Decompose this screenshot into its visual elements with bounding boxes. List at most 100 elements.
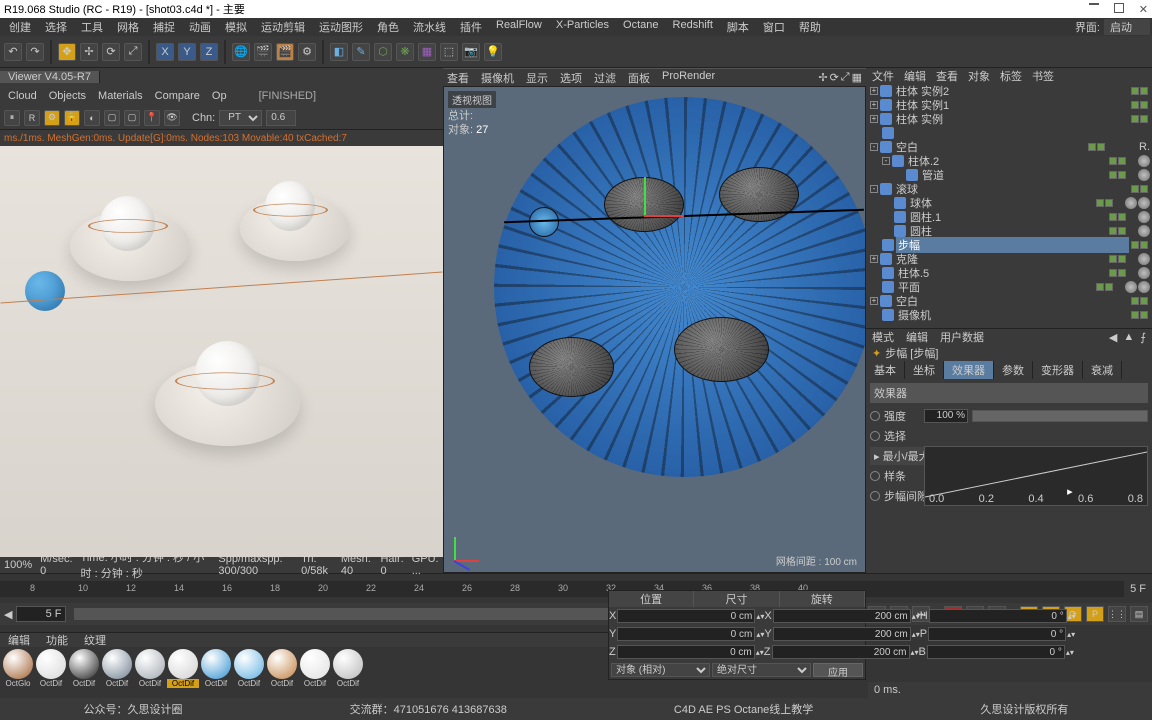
tree-row[interactable]: -滚球 (866, 182, 1152, 196)
expander-icon[interactable]: - (882, 157, 890, 165)
viewer-menu-Materials[interactable]: Materials (98, 90, 143, 102)
undo-button[interactable]: ↶ (4, 43, 22, 61)
material-item[interactable]: OctDif (35, 649, 67, 688)
move-tool[interactable]: ✢ (80, 43, 98, 61)
menu-角色[interactable]: 角色 (370, 19, 406, 35)
expander-icon[interactable]: - (870, 185, 878, 193)
world-button[interactable]: 🌐 (232, 43, 250, 61)
tree-row[interactable]: 圆柱.1 (866, 210, 1152, 224)
viewer-menu-Op[interactable]: Op (212, 90, 227, 102)
tree-row[interactable]: 平面 (866, 280, 1152, 294)
material-item[interactable]: OctDif (134, 649, 166, 688)
scale-tool[interactable]: ⤢ (124, 43, 142, 61)
menu-模拟[interactable]: 模拟 (218, 19, 254, 35)
size-x[interactable] (773, 609, 911, 623)
material-item[interactable]: OctDif (167, 649, 199, 688)
axis-x-button[interactable]: X (156, 43, 174, 61)
mat-tab-编辑[interactable]: 编辑 (8, 632, 30, 648)
menu-X-Particles[interactable]: X-Particles (549, 19, 616, 35)
lock-icon[interactable]: 🔒 (64, 110, 80, 126)
gear-icon[interactable]: ⚙ (44, 110, 60, 126)
expander-icon[interactable]: + (870, 101, 878, 109)
square2-icon[interactable]: ▢ (124, 110, 140, 126)
radio-icon[interactable] (870, 431, 880, 441)
attr-tab-效果器[interactable]: 效果器 (944, 361, 994, 379)
strength-field[interactable]: 100 % (924, 409, 968, 423)
menu-动画[interactable]: 动画 (182, 19, 218, 35)
reset-button[interactable]: R (24, 110, 40, 126)
rotate-tool[interactable]: ⟳ (102, 43, 120, 61)
scrollbar-left[interactable]: ◀ (4, 608, 12, 621)
radio-icon[interactable] (870, 491, 880, 501)
coord-mode-select[interactable]: 对象 (相对) (611, 663, 710, 677)
mat-tab-功能[interactable]: 功能 (46, 632, 68, 648)
tree-row[interactable]: 摄像机 (866, 308, 1152, 322)
tree-row[interactable]: +柱体 实例 (866, 112, 1152, 126)
tree-row[interactable]: +克隆 (866, 252, 1152, 266)
obj-menu-对象[interactable]: 对象 (968, 68, 990, 84)
square-icon[interactable]: ▢ (104, 110, 120, 126)
attr-tab-变形器[interactable]: 变形器 (1033, 361, 1083, 379)
material-item[interactable]: OctDif (332, 649, 364, 688)
vp-menu-显示[interactable]: 显示 (526, 70, 548, 86)
pin-icon[interactable]: 📍 (144, 110, 160, 126)
viewer-menu-Objects[interactable]: Objects (49, 90, 86, 102)
tree-row[interactable]: 柱体.5 (866, 266, 1152, 280)
radio-icon[interactable] (870, 471, 880, 481)
expander-icon[interactable]: + (870, 115, 878, 123)
render-settings-button[interactable]: ⚙ (298, 43, 316, 61)
vp-icon[interactable]: ⤢ (841, 71, 850, 84)
chn-select[interactable]: PT (219, 110, 262, 126)
radio-icon[interactable] (870, 411, 880, 421)
tree-row[interactable]: 管道 (866, 168, 1152, 182)
param-key[interactable]: P (1086, 606, 1104, 622)
menu-网格[interactable]: 网格 (110, 19, 146, 35)
vp-menu-ProRender[interactable]: ProRender (662, 70, 715, 86)
nurbs-tool[interactable]: ⬡ (374, 43, 392, 61)
menu-运动剪辑[interactable]: 运动剪辑 (254, 19, 312, 35)
render-button[interactable]: 🎬 (276, 43, 294, 61)
menu-帮助[interactable]: 帮助 (792, 19, 828, 35)
attr-menu-用户数据[interactable]: 用户数据 (940, 329, 984, 345)
tree-row[interactable]: 步幅 (866, 238, 1152, 252)
menu-窗口[interactable]: 窗口 (756, 19, 792, 35)
tree-row[interactable]: +空白 (866, 294, 1152, 308)
layout-value[interactable]: 启动 (1104, 19, 1150, 35)
close-icon[interactable]: ✕ (1139, 3, 1148, 16)
material-item[interactable]: OctDif (266, 649, 298, 688)
menu-创建[interactable]: 创建 (2, 19, 38, 35)
menu-运动图形[interactable]: 运动图形 (312, 19, 370, 35)
doc-icon[interactable]: ▤ (1130, 606, 1148, 622)
obj-menu-书签[interactable]: 书签 (1032, 68, 1054, 84)
attr-tab-衰减[interactable]: 衰减 (1083, 361, 1122, 379)
menu-工具[interactable]: 工具 (74, 19, 110, 35)
tree-row[interactable]: -柱体.2 (866, 154, 1152, 168)
size-z[interactable] (772, 645, 910, 659)
rot-z[interactable] (927, 645, 1065, 659)
vp-menu-查看[interactable]: 查看 (447, 70, 469, 86)
menu-捕捉[interactable]: 捕捉 (146, 19, 182, 35)
pos-y[interactable] (617, 627, 755, 641)
obj-menu-查看[interactable]: 查看 (936, 68, 958, 84)
material-item[interactable]: OctDif (200, 649, 232, 688)
deformer-tool[interactable]: ▦ (418, 43, 436, 61)
rot-x[interactable] (929, 609, 1067, 623)
spline-editor[interactable]: 0.00.20.40.60.8 ▸ (924, 446, 1148, 506)
eye-icon[interactable]: 👁 (164, 110, 180, 126)
menu-选择[interactable]: 选择 (38, 19, 74, 35)
menu-Octane[interactable]: Octane (616, 19, 665, 35)
size-y[interactable] (773, 627, 911, 641)
vp-menu-面板[interactable]: 面板 (628, 70, 650, 86)
tree-row[interactable]: +柱体 实例1 (866, 98, 1152, 112)
tree-row[interactable]: +柱体 实例2 (866, 84, 1152, 98)
attr-tab-基本[interactable]: 基本 (866, 361, 905, 379)
circle-icon[interactable]: ◐ (84, 110, 100, 126)
strength-slider[interactable] (972, 410, 1148, 422)
vp-menu-选项[interactable]: 选项 (560, 70, 582, 86)
axis-y-button[interactable]: Y (178, 43, 196, 61)
tree-row[interactable] (866, 126, 1152, 140)
chn-value[interactable] (266, 110, 296, 126)
material-item[interactable]: OctDif (101, 649, 133, 688)
attr-tab-参数[interactable]: 参数 (994, 361, 1033, 379)
minmax-label[interactable]: ▸ 最小/最大 (874, 448, 930, 464)
